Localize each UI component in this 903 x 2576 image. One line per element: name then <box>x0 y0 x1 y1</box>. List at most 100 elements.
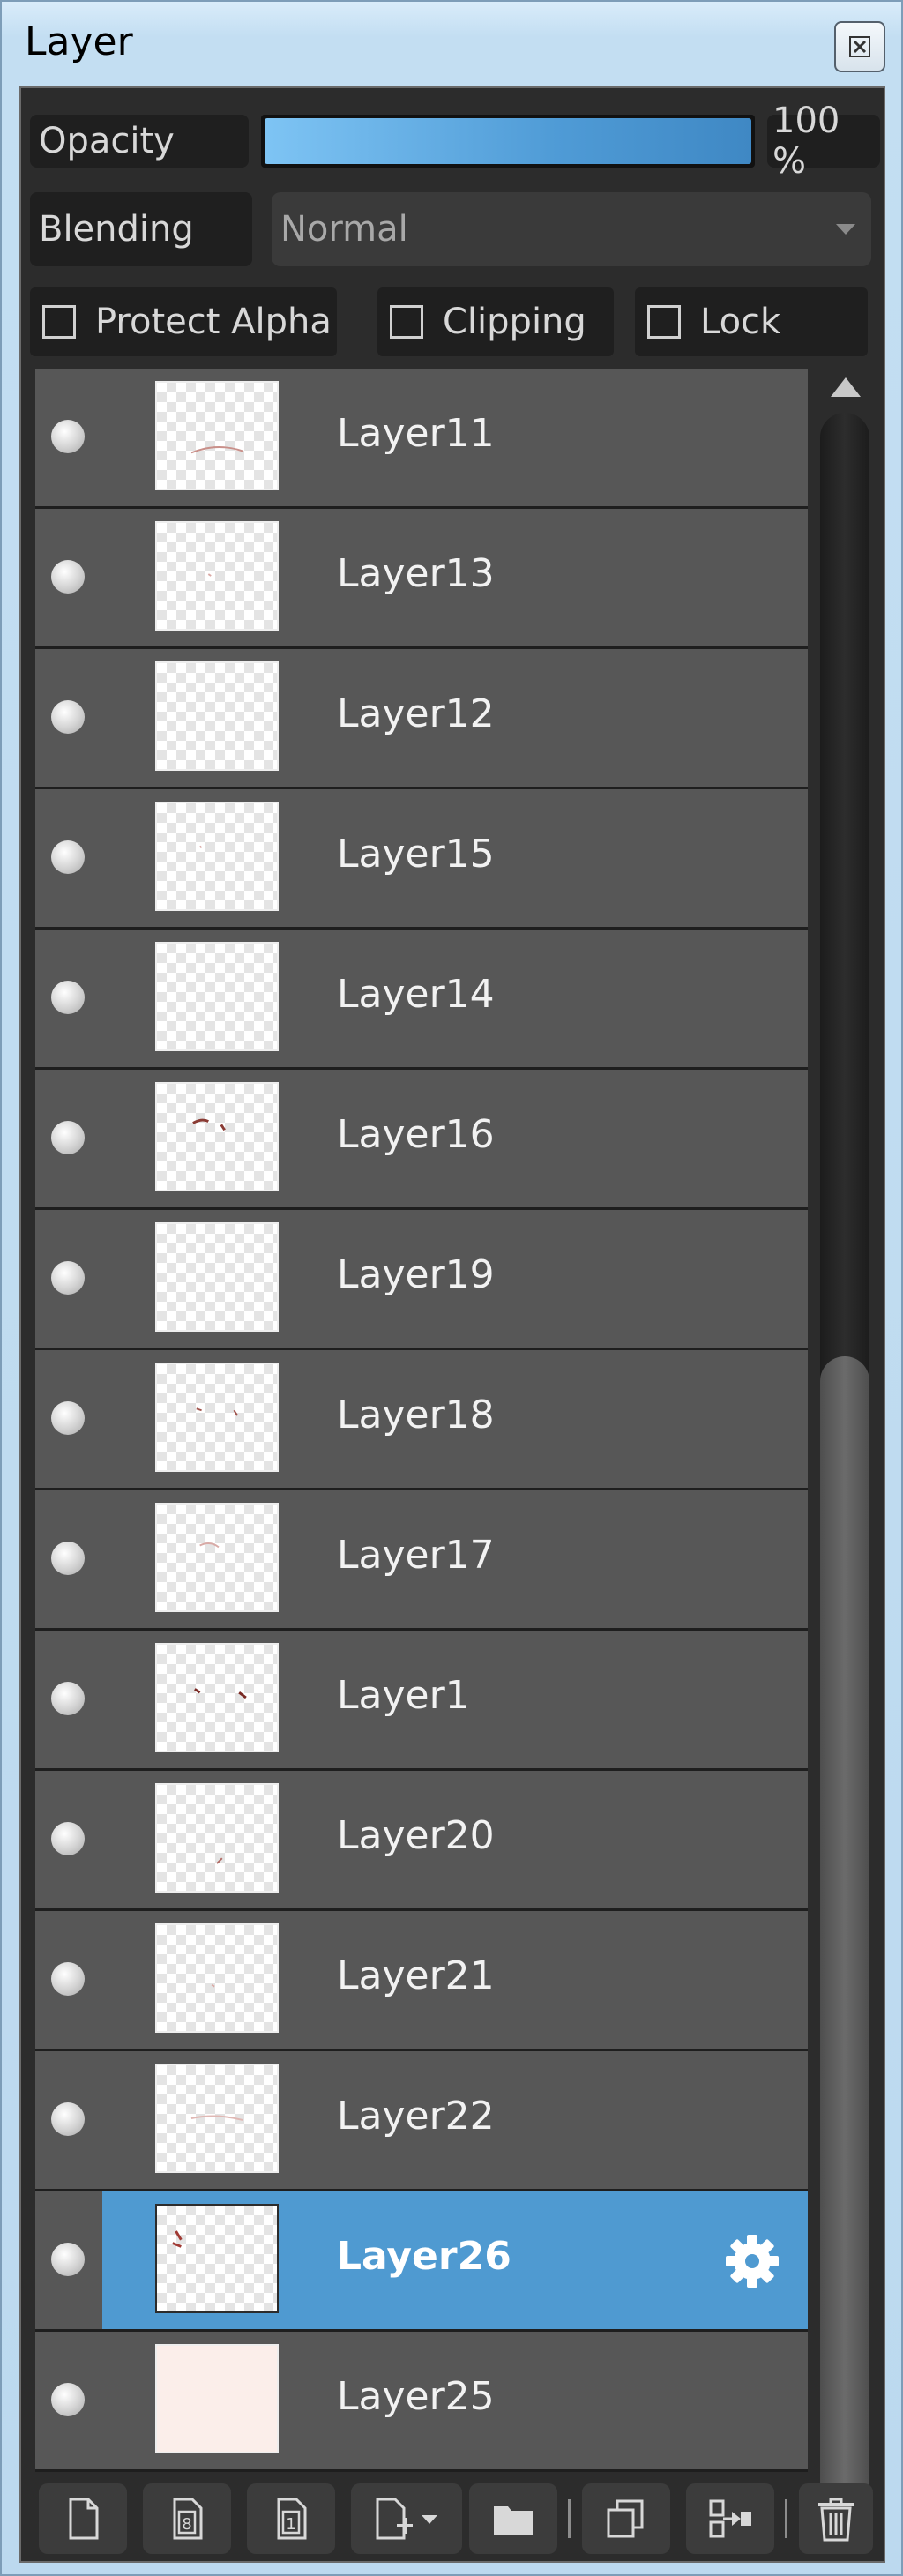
layer-row[interactable]: Layer26 <box>35 2191 808 2333</box>
title-bar[interactable]: Layer <box>2 2 901 76</box>
visibility-toggle-icon[interactable] <box>51 981 85 1014</box>
layer-row[interactable]: Layer25 <box>35 2332 808 2472</box>
visibility-toggle-icon[interactable] <box>51 2243 85 2276</box>
visibility-toggle-icon[interactable] <box>51 1401 85 1435</box>
layer-name: Layer18 <box>337 1393 495 1437</box>
scroll-up-arrow-icon[interactable] <box>831 377 861 397</box>
layer-name: Layer21 <box>337 1953 495 1998</box>
opacity-value[interactable]: 100 % <box>767 101 880 182</box>
visibility-toggle-icon[interactable] <box>51 2102 85 2136</box>
svg-text:1: 1 <box>286 2515 295 2534</box>
visibility-toggle-icon[interactable] <box>51 2383 85 2416</box>
duplicate-layer-icon <box>607 2499 644 2538</box>
layer-thumbnail <box>155 661 279 771</box>
layer-row[interactable]: Layer15 <box>35 789 808 930</box>
layer-thumbnail <box>155 1363 279 1472</box>
layer-thumbnail-image <box>190 446 243 454</box>
layer-name: Layer13 <box>337 551 495 596</box>
layer-thumbnail <box>155 1923 279 2033</box>
visibility-toggle-icon[interactable] <box>51 700 85 734</box>
layer-row[interactable]: Layer14 <box>35 930 808 1071</box>
gear-icon[interactable] <box>723 2232 781 2290</box>
layer-name: Layer16 <box>337 1112 495 1157</box>
toolbar-separator <box>568 2499 571 2538</box>
layer-window: Layer Opacity 100 % Blending Normal Prot… <box>0 0 903 2576</box>
layer-thumbnail-image <box>211 1983 215 1988</box>
layer-name: Layer26 <box>337 2234 511 2279</box>
visibility-toggle-icon[interactable] <box>51 1542 85 1575</box>
merge-down-button[interactable] <box>686 2483 774 2554</box>
lock-checkbox[interactable]: Lock <box>635 287 868 356</box>
protect-alpha-label: Protect Alpha <box>95 302 332 342</box>
layer-thumbnail <box>155 942 279 1051</box>
layer-row[interactable]: Layer22 <box>35 2051 808 2192</box>
close-button[interactable] <box>834 21 885 72</box>
clipping-checkbox[interactable]: Clipping <box>377 287 614 356</box>
new-layer-button[interactable] <box>39 2483 127 2554</box>
visibility-toggle-icon[interactable] <box>51 1261 85 1295</box>
layer-thumbnail <box>155 2204 279 2313</box>
new-1bit-layer-button[interactable]: 1 <box>247 2483 335 2554</box>
layer-list-scrollbar[interactable] <box>815 369 877 2565</box>
new-layer-icon <box>69 2498 99 2540</box>
visibility-toggle-icon[interactable] <box>51 560 85 594</box>
delete-layer-icon <box>818 2498 854 2542</box>
window-title: Layer <box>25 19 133 64</box>
layer-row[interactable]: Layer18 <box>35 1350 808 1491</box>
layer-name: Layer19 <box>337 1252 495 1297</box>
new-folder-button[interactable] <box>469 2483 557 2554</box>
layer-row[interactable]: Layer20 <box>35 1771 808 1912</box>
layer-thumbnail <box>155 1783 279 1893</box>
layer-thumbnail-image <box>157 2346 277 2452</box>
layer-row[interactable]: Layer1 <box>35 1631 808 1772</box>
layer-name: Layer22 <box>337 2094 495 2139</box>
layer-thumbnail <box>155 381 279 490</box>
layer-toolbar: 8 1 <box>35 2476 873 2556</box>
visibility-toggle-icon[interactable] <box>51 1121 85 1154</box>
layer-thumbnail <box>155 521 279 631</box>
layer-row[interactable]: Layer11 <box>35 369 808 510</box>
checkbox-icon <box>390 305 423 339</box>
layer-row[interactable]: Layer19 <box>35 1210 808 1351</box>
opacity-slider-fill <box>265 118 751 164</box>
visibility-toggle-icon[interactable] <box>51 1962 85 1996</box>
layer-row[interactable]: Layer16 <box>35 1070 808 1211</box>
layer-thumbnail-image <box>172 2230 183 2248</box>
opacity-label: Opacity <box>30 115 249 168</box>
blending-mode-dropdown[interactable]: Normal <box>272 192 871 266</box>
layer-thumbnail <box>155 1222 279 1332</box>
layer-list[interactable]: Layer11 Layer13 Layer12 Layer15 Layer14 Layer… <box>35 369 811 2472</box>
new-1bit-layer-icon: 1 <box>277 2498 307 2540</box>
visibility-toggle-icon[interactable] <box>51 1682 85 1715</box>
new-8bit-layer-button[interactable]: 8 <box>143 2483 231 2554</box>
visibility-toggle-icon[interactable] <box>51 840 85 874</box>
layer-name: Layer11 <box>337 411 495 456</box>
chevron-down-icon <box>836 224 855 235</box>
visibility-toggle-icon[interactable] <box>51 420 85 453</box>
layer-name: Layer25 <box>337 2374 495 2419</box>
layer-thumbnail-image <box>157 944 277 1049</box>
layer-name: Layer1 <box>337 1673 470 1718</box>
visibility-toggle-icon[interactable] <box>51 1822 85 1855</box>
layer-row[interactable]: Layer12 <box>35 649 808 790</box>
lock-label: Lock <box>700 302 781 342</box>
scrollbar-thumb[interactable] <box>820 1356 869 2520</box>
opacity-slider[interactable] <box>261 115 755 168</box>
layer-row[interactable]: Layer21 <box>35 1911 808 2052</box>
layer-thumbnail <box>155 2344 279 2453</box>
layer-thumbnail <box>155 1082 279 1191</box>
layer-thumbnail-image <box>194 1688 247 1699</box>
toolbar-separator <box>785 2499 787 2538</box>
layer-row[interactable]: Layer13 <box>35 509 808 650</box>
svg-text:8: 8 <box>182 2515 191 2534</box>
layer-name: Layer15 <box>337 832 495 877</box>
delete-layer-button[interactable] <box>799 2483 873 2554</box>
new-8bit-layer-icon: 8 <box>173 2498 203 2540</box>
layer-thumbnail-image <box>216 1857 223 1864</box>
duplicate-layer-button[interactable] <box>582 2483 670 2554</box>
add-layer-menu-icon <box>376 2498 437 2540</box>
layer-thumbnail-image <box>199 1542 220 1549</box>
layer-row[interactable]: Layer17 <box>35 1490 808 1631</box>
protect-alpha-checkbox[interactable]: Protect Alpha <box>30 287 337 356</box>
add-layer-menu-button[interactable] <box>351 2483 462 2554</box>
